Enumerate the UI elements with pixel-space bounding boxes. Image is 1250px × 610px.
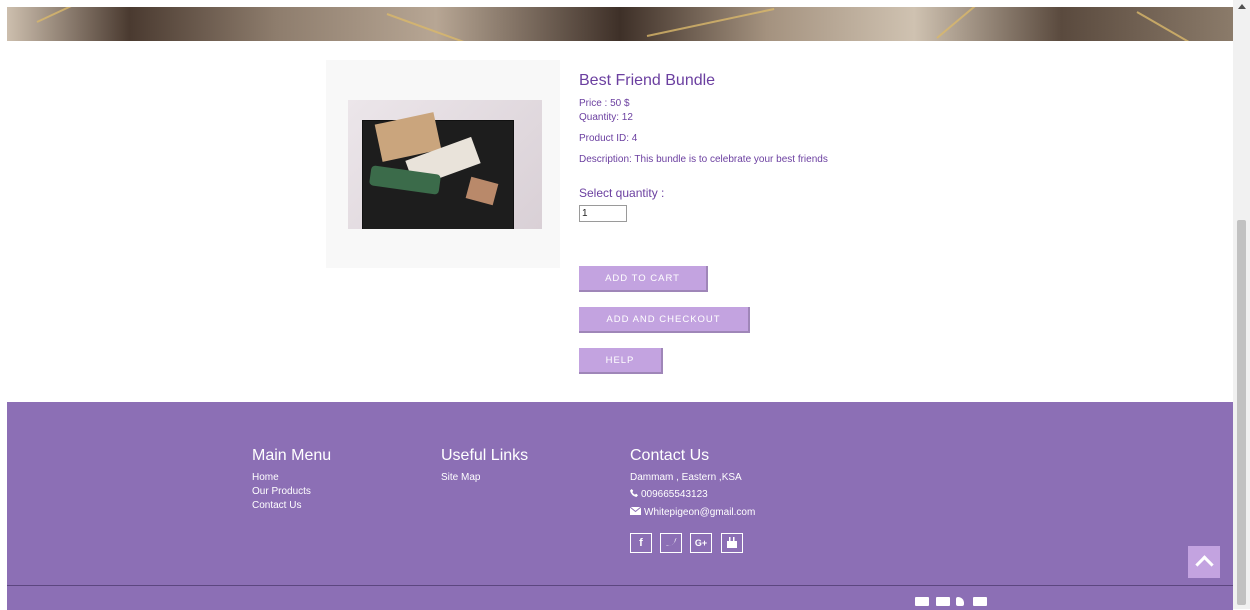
footer-bottom-bar [7, 585, 1233, 610]
footer-link-our-products[interactable]: Our Products [252, 486, 311, 497]
facebook-icon[interactable]: f [630, 533, 652, 553]
select-quantity-label: Select quantity : [579, 186, 665, 200]
footer-link-home[interactable]: Home [252, 472, 279, 483]
product-quantity: Quantity: 12 [579, 112, 633, 123]
footer-link-site-map[interactable]: Site Map [441, 472, 480, 483]
card-icon [915, 597, 929, 606]
contact-email[interactable]: Whitepigeon@gmail.com [644, 507, 755, 518]
product-image-frame [326, 60, 560, 268]
help-button[interactable]: HELP [579, 348, 663, 374]
chevron-up-icon [1195, 555, 1214, 574]
page-scrollbar[interactable] [1233, 0, 1250, 609]
quantity-input[interactable] [579, 205, 627, 222]
contact-us-heading: Contact Us [630, 447, 710, 464]
scrollbar-thumb[interactable] [1237, 220, 1246, 605]
google-plus-icon[interactable]: G+ [690, 533, 712, 553]
main-menu-heading: Main Menu [252, 447, 332, 464]
twitter-icon[interactable] [660, 533, 682, 553]
product-description: Description: This bundle is to celebrate… [579, 154, 828, 165]
visa-icon [936, 597, 950, 606]
footer-link-contact-us[interactable]: Contact Us [252, 500, 301, 511]
product-title: Best Friend Bundle [579, 72, 716, 89]
back-to-top-button[interactable] [1188, 546, 1220, 578]
contact-address: Dammam , Eastern ,KSA [630, 472, 742, 483]
credit-card-icon [973, 597, 987, 606]
add-and-checkout-button[interactable]: ADD AND CHECKOUT [579, 307, 750, 333]
phone-icon [630, 489, 638, 500]
hero-banner [7, 7, 1233, 41]
scroll-up-icon[interactable] [1238, 4, 1246, 9]
product-price: Price : 50 $ [579, 98, 630, 109]
useful-links-heading: Useful Links [441, 447, 529, 464]
add-to-cart-button[interactable]: ADD TO CART [579, 266, 708, 292]
contact-phone: 009665543123 [641, 489, 708, 500]
youtube-icon[interactable] [721, 533, 743, 553]
product-image [348, 100, 542, 229]
product-id: Product ID: 4 [579, 133, 638, 144]
footer [7, 402, 1233, 585]
contact-email-row: Whitepigeon@gmail.com [629, 506, 755, 518]
envelope-icon [629, 506, 642, 518]
contact-phone-row: 009665543123 [630, 489, 708, 500]
